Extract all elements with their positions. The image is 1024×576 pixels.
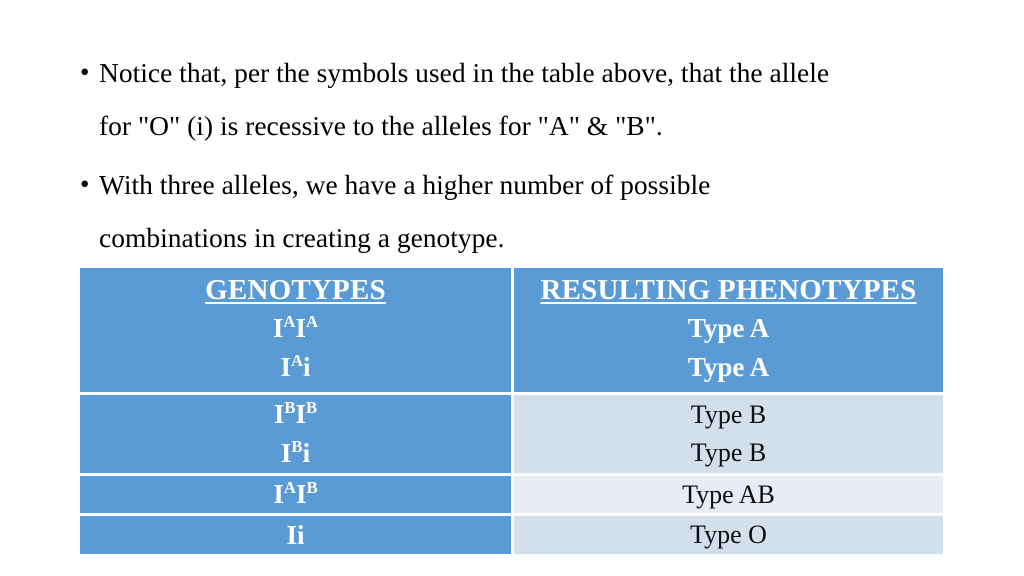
genotype-value: IAi: [280, 352, 310, 383]
allele-symbol: I: [295, 313, 307, 343]
phenotype-value: Type O: [690, 520, 767, 549]
allele-symbol: I: [280, 438, 292, 468]
genotypes-column-block: GENOTYPES IAIA IAi: [80, 268, 511, 392]
allele-symbol: I: [295, 479, 307, 509]
phenotype-cell-o: Type O: [511, 516, 943, 554]
bullet-line: With three alleles, we have a higher num…: [99, 169, 711, 200]
slide-canvas: • Notice that, per the symbols used in t…: [0, 0, 1024, 576]
allele-superscript: B: [291, 437, 303, 456]
allele-symbol: i: [303, 352, 311, 382]
genotype-cell-o: Ii: [80, 516, 511, 554]
genotype-value: IAIB: [273, 479, 317, 510]
bullet-line: for "O" (i) is recessive to the alleles …: [99, 110, 663, 141]
phenotype-value: Type A: [687, 313, 770, 343]
phenotype-value: Type B: [690, 400, 767, 429]
allele-symbol: I: [295, 399, 307, 429]
bullet-list: • Notice that, per the symbols used in t…: [80, 46, 952, 270]
bullet-text-2: With three alleles, we have a higher num…: [99, 158, 952, 264]
allele-superscript: A: [290, 351, 304, 370]
genotype-phenotype-table: GENOTYPES IAIA IAi RESULTING PHENOTYPES …: [80, 268, 943, 554]
allele-symbol: I: [280, 352, 291, 382]
genotype-value: IBi: [281, 438, 310, 469]
allele-symbol: I: [273, 479, 284, 509]
allele-superscript: A: [306, 312, 319, 331]
table-row: IBIB IBi Type B Type B: [80, 395, 943, 473]
genotype-value: Ii: [286, 519, 305, 550]
column-header-genotypes: GENOTYPES: [205, 274, 386, 306]
table-row: GENOTYPES IAIA IAi RESULTING PHENOTYPES …: [80, 268, 943, 392]
allele-superscript: A: [283, 478, 296, 497]
table-row: Ii Type O: [80, 516, 943, 554]
bullet-line: Notice that, per the symbols used in the…: [99, 57, 830, 88]
allele-symbol: i: [302, 438, 311, 468]
allele-superscript: B: [306, 398, 318, 417]
genotype-value: IAIA: [273, 313, 318, 344]
table-row: IAIB Type AB: [80, 476, 943, 513]
allele-superscript: A: [283, 312, 296, 331]
bullet-marker-icon: •: [80, 169, 90, 199]
phenotype-value: Type AB: [682, 479, 775, 509]
phenotype-value: Type B: [690, 438, 767, 467]
genotype-cell-b: IBIB IBi: [80, 395, 511, 473]
phenotypes-column-block: RESULTING PHENOTYPES Type A Type A: [511, 268, 943, 392]
phenotype-cell-ab: Type AB: [511, 476, 943, 513]
list-item: • Notice that, per the symbols used in t…: [80, 46, 952, 152]
allele-superscript: B: [306, 478, 318, 497]
allele-symbol: I: [273, 399, 285, 429]
bullet-marker-icon: •: [80, 57, 90, 87]
allele-symbol: I: [272, 313, 284, 343]
genotype-value: IBIB: [274, 399, 317, 430]
column-header-phenotypes: RESULTING PHENOTYPES: [540, 274, 917, 306]
phenotype-value: Type A: [687, 352, 770, 382]
phenotype-cell-b: Type B Type B: [511, 395, 943, 473]
list-item: • With three alleles, we have a higher n…: [80, 158, 952, 264]
bullet-line: combinations in creating a genotype.: [99, 222, 505, 253]
genotype-cell-ab: IAIB: [80, 476, 511, 513]
allele-superscript: B: [284, 398, 296, 417]
bullet-text-1: Notice that, per the symbols used in the…: [99, 46, 952, 152]
